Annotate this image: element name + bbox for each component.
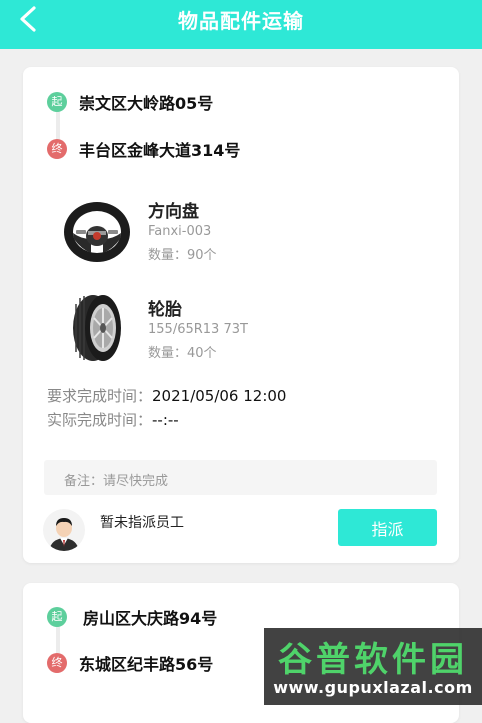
avatar [43,509,85,551]
item-name: 轮胎 [148,300,182,320]
item-quantity: 数量：40个 [148,346,217,361]
start-badge: 起 [47,92,67,112]
item-quantity: 数量：90个 [148,248,217,263]
watermark-title: 谷普软件园 [278,640,468,680]
watermark: 谷普软件园 www.gupuxlazal.com [264,628,482,705]
tire-icon [61,292,133,364]
required-time-row: 要求完成时间：2021/05/06 12:00 [47,385,286,406]
remark-text: 备注：请尽快完成 [64,474,169,489]
remark-field: 备注：请尽快完成 [44,460,437,495]
start-badge: 起 [47,607,67,627]
end-address: 东城区纪丰路56号 [79,655,214,674]
order-card[interactable]: 起 崇文区大岭路05号 终 丰台区金峰大道314号 方向盘 Fanxi-003 … [23,67,459,563]
start-address: 崇文区大岭路05号 [79,94,214,113]
page-title: 物品配件运输 [178,9,304,33]
top-bar: 物品配件运输 [0,0,482,49]
item-model: 155/65R13 73T [148,322,248,337]
required-time-value: 2021/05/06 12:00 [152,387,287,405]
end-badge: 终 [47,139,67,159]
end-badge: 终 [47,653,67,673]
actual-time-value: --:-- [152,411,179,429]
actual-time-row: 实际完成时间：--:-- [47,409,179,430]
required-time-label: 要求完成时间： [47,387,153,405]
item-model: Fanxi-003 [148,224,212,239]
steering-wheel-icon [61,195,133,267]
end-address: 丰台区金峰大道314号 [79,141,241,160]
item-name: 方向盘 [148,202,199,222]
assign-button[interactable]: 指派 [338,509,437,546]
start-address: 房山区大庆路94号 [83,609,218,628]
actual-time-label: 实际完成时间： [47,411,153,429]
watermark-url: www.gupuxlazal.com [273,678,473,697]
staff-status: 暂未指派员工 [100,515,184,531]
